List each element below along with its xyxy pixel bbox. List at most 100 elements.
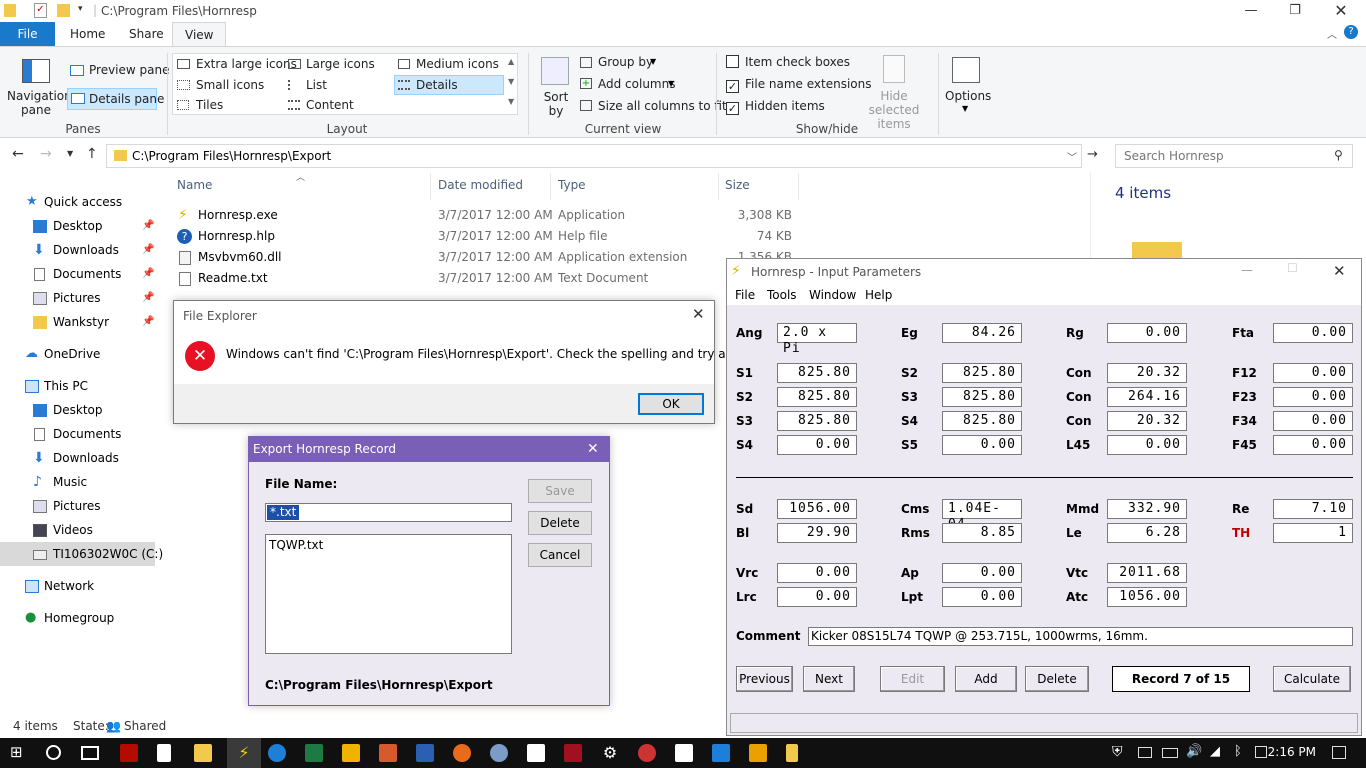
size-all-columns-button[interactable]: Size all columns to fit [598,99,727,113]
param-field-s3[interactable]: 825.80 [942,387,1022,407]
column-header-type[interactable]: Type [558,178,586,192]
outlook-icon[interactable] [342,744,360,762]
address-bar[interactable]: C:\Program Files\Hornresp\Export ﹀ [106,144,1082,168]
preview-pane-button[interactable]: Preview pane [89,63,169,77]
firefox-icon[interactable] [453,744,471,762]
layout-list[interactable]: List [306,78,327,92]
collapse-ribbon-icon[interactable]: ︿ [1327,26,1337,41]
file-list-item[interactable]: TQWP.txt [269,538,323,552]
param-field-lrc[interactable]: 0.00 [777,587,857,607]
column-header-name[interactable]: Name [177,178,212,192]
delete-record-button[interactable]: Delete [1025,666,1089,692]
param-field-rms[interactable]: 8.85 [942,523,1022,543]
close-button[interactable]: ✕ [1318,0,1364,22]
layout-small-icons[interactable]: Small icons [196,78,264,92]
item-check-boxes-option[interactable]: Item check boxes [726,55,850,69]
param-field-con[interactable]: 264.16 [1107,387,1187,407]
param-field-ang[interactable]: 2.0 x Pi [777,323,857,356]
file-row[interactable]: Msvbvm60.dll 3/7/2017 12:00 AM Applicati… [172,247,792,268]
nav-pc-downloads[interactable]: ⬇ Downloads [0,446,155,470]
param-field-s4[interactable]: 825.80 [942,411,1022,431]
menu-file[interactable]: File [735,288,755,302]
hornresp-minimize-button[interactable]: — [1241,263,1253,277]
param-field-th[interactable]: 1 [1273,523,1353,543]
param-field-vtc[interactable]: 2011.68 [1107,563,1187,583]
add-button[interactable]: Add [955,666,1017,692]
param-field-eg[interactable]: 84.26 [942,323,1022,343]
search-input[interactable]: Search Hornresp ⚲ [1115,144,1353,168]
maximize-button[interactable]: ❐ [1272,0,1318,22]
ok-button[interactable]: OK [638,393,704,415]
hidden-items-checkbox[interactable]: ✓ [726,102,739,115]
app-icon[interactable] [490,744,508,762]
nav-onedrive[interactable]: ☁ OneDrive [0,342,155,366]
file-name-extensions-checkbox[interactable]: ✓ [726,80,739,93]
save-button[interactable]: Save [528,479,592,503]
comment-input[interactable]: Kicker 08S15L74 TQWP @ 253.715L, 1000wrm… [808,627,1353,646]
nav-qa-documents[interactable]: Documents 📌 [0,262,155,286]
acrobat-icon[interactable] [120,744,138,762]
calculate-button[interactable]: Calculate [1273,666,1351,692]
sort-by-button[interactable]: Sort by [543,90,569,118]
navigation-pane-button[interactable]: Navigation pane [7,89,72,117]
param-field-f12[interactable]: 0.00 [1273,363,1353,383]
param-field-s5[interactable]: 0.00 [942,435,1022,455]
tab-home[interactable]: Home [58,22,117,46]
param-field-l45[interactable]: 0.00 [1107,435,1187,455]
nav-qa-desktop[interactable]: Desktop 📌 [0,214,155,238]
tab-share[interactable]: Share [117,22,176,46]
nav-this-pc[interactable]: This PC [0,374,155,398]
layout-scroll-up-icon[interactable]: ▲ [508,57,514,66]
refresh-icon[interactable]: → [1087,147,1098,162]
param-field-atc[interactable]: 1056.00 [1107,587,1187,607]
hide-selected-items-button[interactable]: Hide selected items [856,89,932,131]
edge-icon[interactable] [268,744,286,762]
file-explorer-icon[interactable] [194,744,212,762]
param-field-s3[interactable]: 825.80 [777,411,857,431]
options-button[interactable]: Options [945,89,991,103]
calculator-icon[interactable] [157,744,171,762]
recent-locations-icon[interactable]: ▼ [67,149,73,158]
forward-arrow-icon[interactable]: → [40,146,52,162]
task-view-icon[interactable] [81,746,99,760]
param-field-s2[interactable]: 825.80 [777,387,857,407]
new-folder-icon[interactable] [57,4,70,17]
hornresp-maximize-button[interactable]: ☐ [1287,261,1298,275]
store-icon[interactable] [675,744,693,762]
hornresp-taskbar-icon[interactable]: ⚡ [227,738,261,768]
edit-button[interactable]: Edit [880,666,945,692]
param-field-con[interactable]: 20.32 [1107,363,1187,383]
nav-pc-desktop[interactable]: Desktop [0,398,155,422]
layout-tiles[interactable]: Tiles [196,98,223,112]
previous-button[interactable]: Previous [736,666,793,692]
cancel-button[interactable]: Cancel [528,543,592,567]
app-icon[interactable] [638,744,656,762]
param-field-ap[interactable]: 0.00 [942,563,1022,583]
wifi-icon[interactable]: ◢ [1210,744,1220,759]
layout-content[interactable]: Content [306,98,354,112]
app-icon[interactable] [564,744,582,762]
file-name-input[interactable]: *.txt [265,503,512,522]
nav-quick-access[interactable]: ★ Quick access [0,190,155,214]
powerpoint-icon[interactable] [379,744,397,762]
nav-pc-music[interactable]: ♪ Music [0,470,155,494]
address-dropdown-icon[interactable]: ﹀ [1067,149,1077,164]
shield-icon[interactable]: ⛨ [1112,744,1123,760]
nav-qa-wankstyr[interactable]: Wankstyr 📌 [0,310,155,334]
column-header-size[interactable]: Size [725,178,750,192]
nav-network[interactable]: Network [0,574,155,598]
add-columns-button[interactable]: Add columns [598,77,675,91]
menu-help[interactable]: Help [865,288,892,302]
defender-icon[interactable] [712,744,730,762]
next-button[interactable]: Next [803,666,855,692]
param-field-s1[interactable]: 825.80 [777,363,857,383]
layout-large-icons[interactable]: Large icons [306,57,375,71]
layout-expand-icon[interactable]: ▼ [508,97,514,106]
param-field-f23[interactable]: 0.00 [1273,387,1353,407]
param-field-lpt[interactable]: 0.00 [942,587,1022,607]
param-field-f45[interactable]: 0.00 [1273,435,1353,455]
nav-pc-videos[interactable]: Videos [0,518,155,542]
notifications-icon[interactable] [1332,746,1346,759]
volume-icon[interactable]: 🔊 [1186,744,1202,759]
menu-tools[interactable]: Tools [767,288,797,302]
